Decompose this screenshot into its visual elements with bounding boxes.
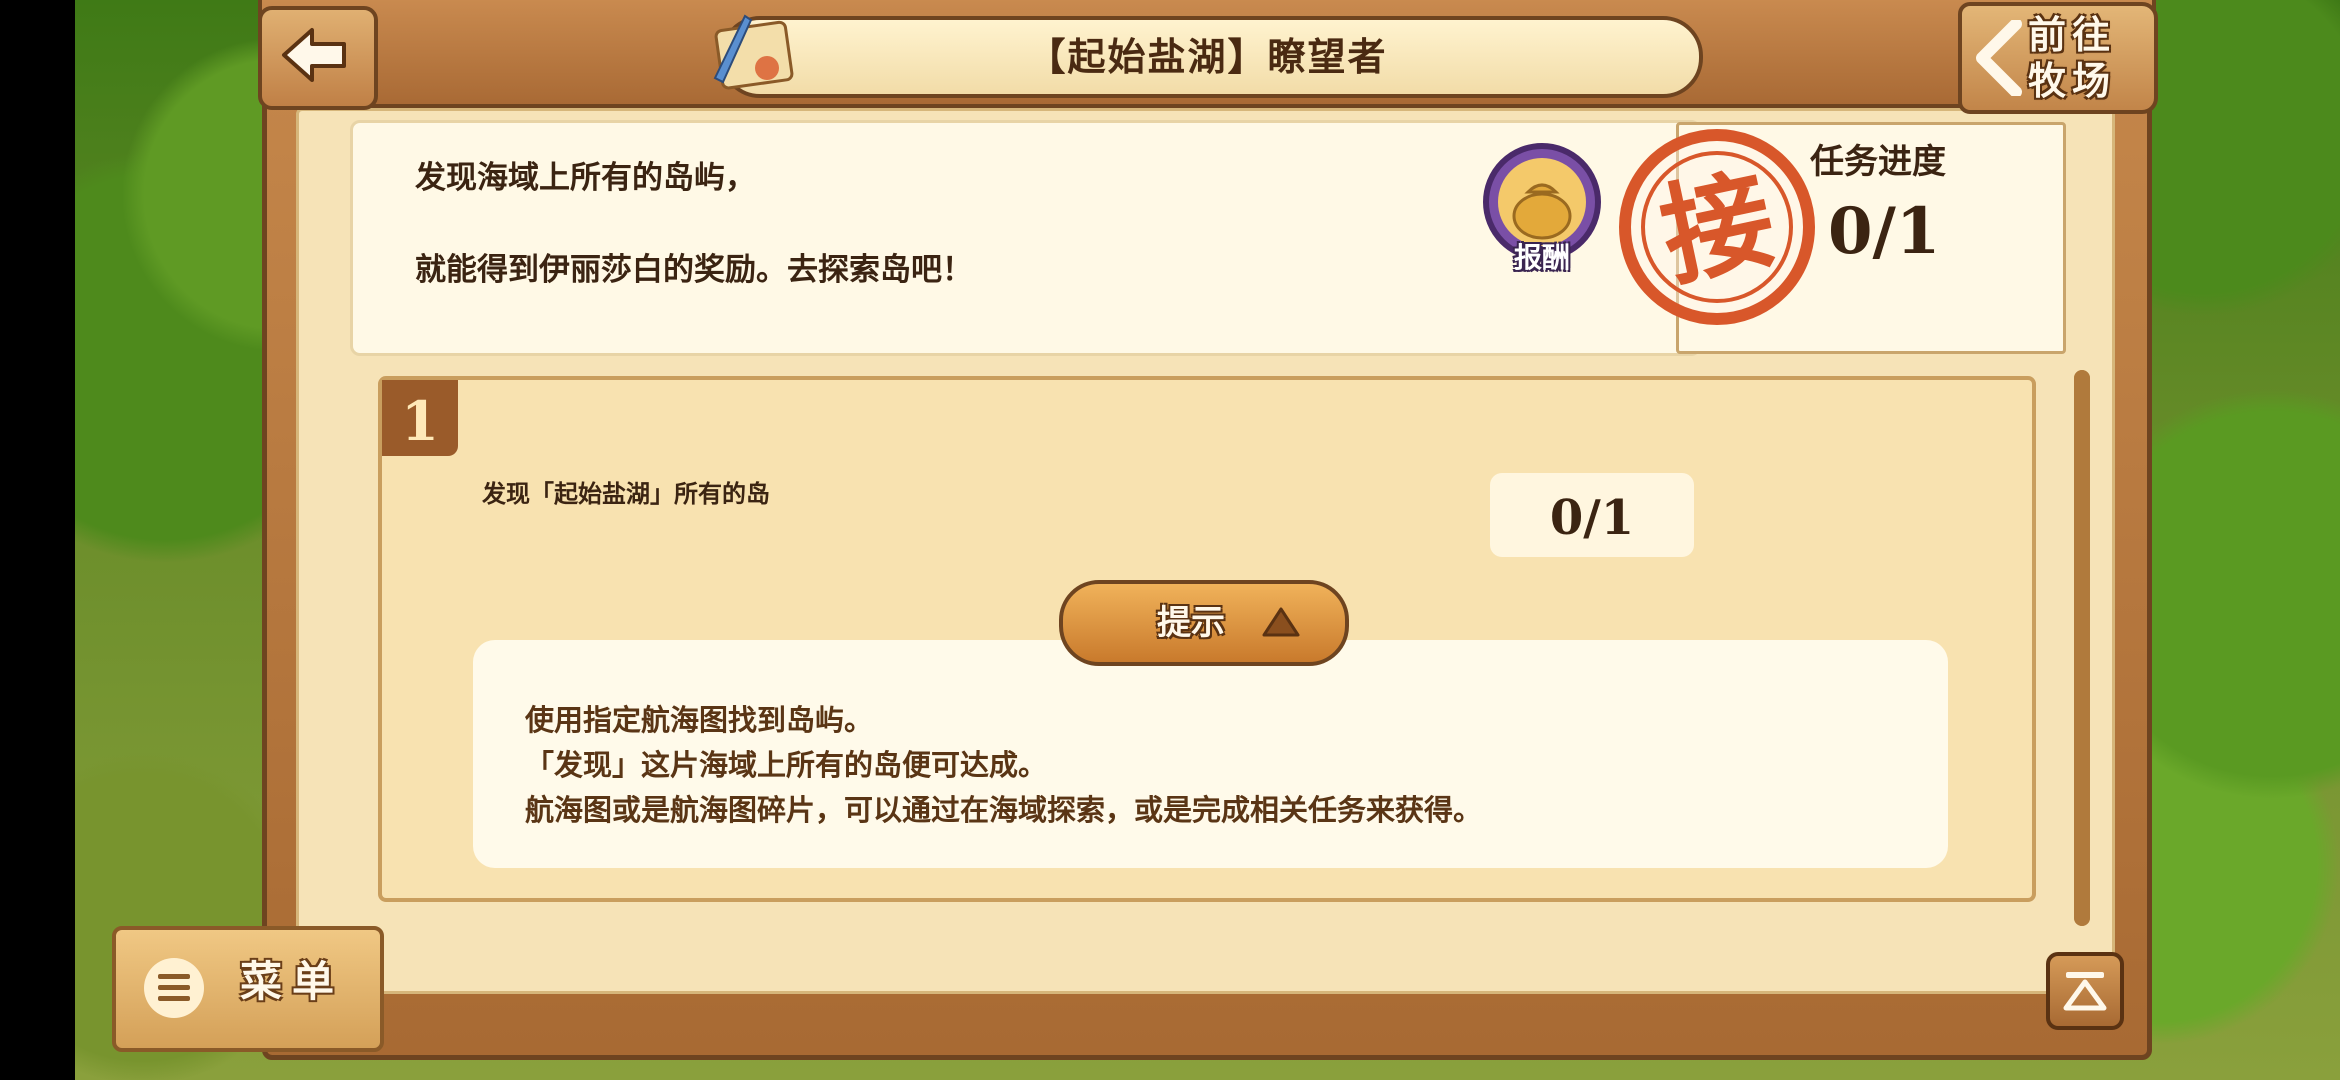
stamp-char: 接	[1650, 152, 1785, 303]
progress-value: 0/1	[1828, 194, 1941, 269]
scroll-to-top-button[interactable]	[2046, 952, 2124, 1030]
back-arrow-icon	[282, 28, 346, 82]
menu-label: 菜单	[240, 957, 345, 1006]
task-number: 1	[401, 389, 439, 453]
back-button[interactable]	[258, 6, 378, 110]
hint-line: 使用指定航海图找到岛屿。	[525, 703, 874, 737]
goto-ranch-label: 前往 牧场	[2028, 12, 2117, 103]
hint-line: 「发现」这片海域上所有的岛便可达成。	[525, 748, 1048, 782]
task-description: 发现「起始盐湖」所有的岛	[482, 479, 770, 508]
triangle-up-icon	[1262, 607, 1300, 637]
description-line: 就能得到伊丽莎白的奖励。去探索岛吧！	[415, 252, 973, 288]
hint-toggle-button[interactable]: 提示	[1059, 580, 1349, 666]
reward-label: 报酬	[1513, 241, 1570, 274]
hint-button-label: 提示	[1157, 603, 1225, 643]
scrollbar-thumb[interactable]	[2074, 370, 2090, 926]
hint-line: 航海图或是航海图碎片，可以通过在海域探索，或是完成相关任务来获得。	[525, 793, 1483, 827]
scroll-top-icon	[2063, 972, 2107, 1011]
description-line: 发现海域上所有的岛屿，	[415, 160, 756, 196]
goto-ranch-button[interactable]: 前往 牧场	[1958, 2, 2158, 114]
page-title: 【起始盐湖】瞭望者	[1027, 34, 1388, 79]
quest-scroll-icon	[713, 14, 794, 90]
reward-button[interactable]: 报酬	[1478, 142, 1606, 282]
accepted-stamp: 接	[1615, 125, 1820, 330]
progress-label: 任务进度	[1810, 142, 1946, 182]
task-count: 0/1	[1549, 490, 1635, 546]
menu-button[interactable]: 菜单	[112, 926, 384, 1052]
chevron-left-icon	[1976, 20, 2022, 96]
hamburger-icon	[144, 958, 204, 1018]
